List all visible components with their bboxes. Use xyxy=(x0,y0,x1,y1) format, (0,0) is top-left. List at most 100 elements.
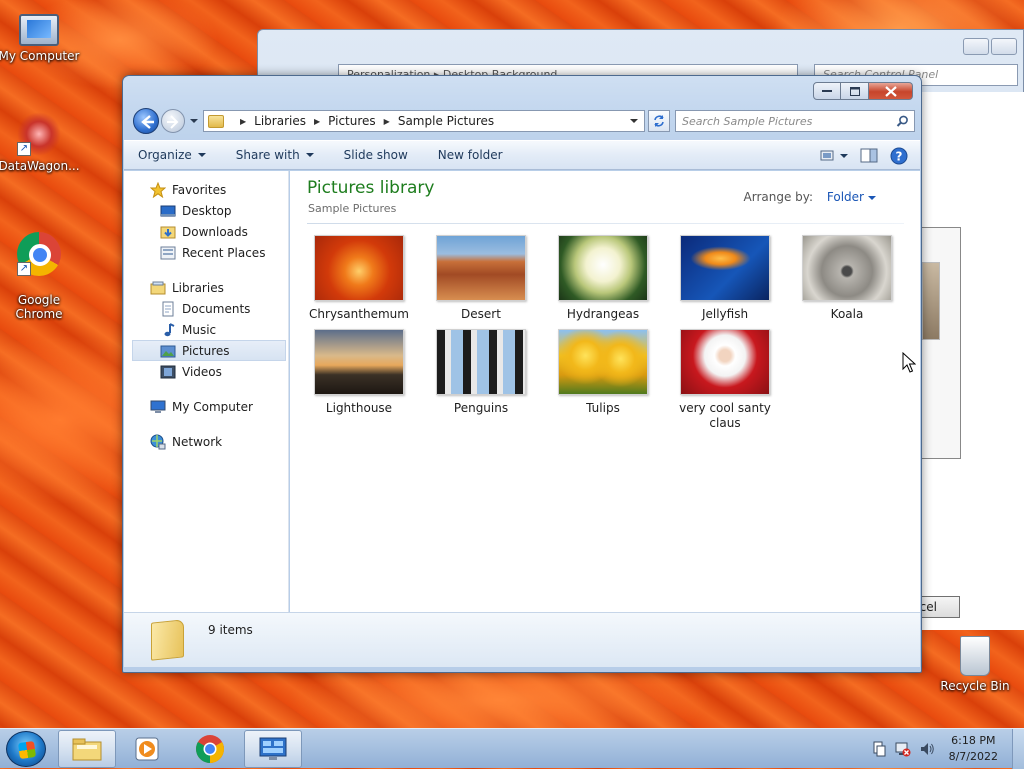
taskbar-explorer-button[interactable] xyxy=(58,730,116,768)
breadcrumb-sample-pictures[interactable]: Sample Pictures xyxy=(398,114,494,128)
refresh-button[interactable] xyxy=(648,110,670,132)
back-button[interactable] xyxy=(133,108,159,134)
file-name: Hydrangeas xyxy=(566,307,640,321)
slide-show-button[interactable]: Slide show xyxy=(344,148,408,162)
chevron-down-icon xyxy=(197,153,206,157)
thumbnail xyxy=(314,329,404,395)
network-error-icon[interactable] xyxy=(895,741,911,757)
volume-icon[interactable] xyxy=(919,741,935,757)
desktop-icon-my-computer[interactable]: My Computer xyxy=(0,8,81,63)
control-panel-icon xyxy=(259,737,287,760)
file-tile-tulips[interactable]: Tulips xyxy=(548,329,658,416)
details-pane: 9 items xyxy=(124,612,920,667)
help-icon[interactable]: ? xyxy=(890,147,908,165)
breadcrumb-pictures[interactable]: Pictures xyxy=(328,114,376,128)
file-tile-penguins[interactable]: Penguins xyxy=(426,329,536,416)
shortcut-arrow-icon: ↗ xyxy=(17,262,31,276)
preview-pane-icon[interactable] xyxy=(860,148,878,164)
folder-icon xyxy=(208,114,224,128)
sidebar-item-favorites[interactable]: Favorites xyxy=(124,179,288,200)
recent-pages-icon[interactable] xyxy=(188,115,200,127)
sidebar-item-desktop[interactable]: Desktop xyxy=(124,200,288,221)
sidebar-label: Favorites xyxy=(172,182,227,197)
bg-minimize-button[interactable] xyxy=(963,38,989,55)
arrange-by-dropdown[interactable]: Folder xyxy=(827,190,876,204)
command-bar: Organize Share with Slide show New folde… xyxy=(124,140,920,170)
sidebar-item-libraries[interactable]: Libraries xyxy=(124,277,288,298)
minimize-icon xyxy=(822,90,832,92)
sidebar-item-my-computer[interactable]: My Computer xyxy=(124,396,288,417)
address-bar[interactable]: ▶ Libraries ▶ Pictures ▶ Sample Pictures xyxy=(203,110,645,132)
refresh-icon xyxy=(654,115,664,127)
organize-label: Organize xyxy=(138,148,192,162)
share-with-button[interactable]: Share with xyxy=(236,148,314,162)
close-button[interactable] xyxy=(869,82,913,100)
file-name: Penguins xyxy=(453,401,509,415)
sidebar-label: My Computer xyxy=(172,399,253,414)
share-with-label: Share with xyxy=(235,148,300,162)
clock[interactable]: 6:18 PM 8/7/2022 xyxy=(949,733,998,765)
file-tile-jellyfish[interactable]: Jellyfish xyxy=(670,235,780,322)
organize-button[interactable]: Organize xyxy=(138,148,206,162)
sidebar-item-documents[interactable]: Documents xyxy=(124,298,288,319)
bg-maximize-button[interactable] xyxy=(991,38,1017,55)
file-tile-koala[interactable]: Koala xyxy=(792,235,902,322)
library-subtitle: Sample Pictures xyxy=(308,202,397,215)
thumbnail xyxy=(436,329,526,395)
sidebar-item-downloads[interactable]: Downloads xyxy=(124,221,288,242)
datawagon-icon: ↗ xyxy=(17,112,61,156)
desktop-icon-label: DataWagon... xyxy=(0,159,80,173)
libraries-icon xyxy=(150,281,166,294)
file-tile-hydrangeas[interactable]: Hydrangeas xyxy=(548,235,658,322)
thumbnail xyxy=(558,329,648,395)
desktop-icon-google-chrome[interactable]: ↗ Google Chrome xyxy=(0,218,81,335)
start-button[interactable] xyxy=(6,731,46,767)
window-controls xyxy=(813,82,913,100)
navigation-bar: ▶ Libraries ▶ Pictures ▶ Sample Pictures… xyxy=(131,106,915,136)
file-tile-lighthouse[interactable]: Lighthouse xyxy=(304,329,414,416)
svg-text:?: ? xyxy=(896,150,903,164)
sidebar-label: Downloads xyxy=(182,224,248,239)
videos-icon xyxy=(160,365,176,378)
mouse-cursor-icon xyxy=(902,352,916,373)
search-icon[interactable] xyxy=(896,115,909,128)
folder-icon xyxy=(151,619,184,661)
bg-picture-thumb[interactable] xyxy=(922,262,940,340)
breadcrumb-separator-icon[interactable]: ▶ xyxy=(384,117,390,126)
chrome-icon xyxy=(196,735,224,763)
taskbar-control-panel-button[interactable] xyxy=(244,730,302,768)
minimize-button[interactable] xyxy=(813,82,841,100)
maximize-button[interactable] xyxy=(841,82,869,100)
file-tile-chrysanthemum[interactable]: Chrysanthemum xyxy=(304,235,414,322)
breadcrumb-separator-icon[interactable]: ▶ xyxy=(314,117,320,126)
desktop-icon-recycle-bin[interactable]: Recycle Bin xyxy=(933,636,1017,693)
chevron-down-icon[interactable] xyxy=(628,115,640,127)
new-folder-button[interactable]: New folder xyxy=(438,148,503,162)
sidebar-item-pictures[interactable]: Pictures xyxy=(132,340,286,361)
sidebar-item-music[interactable]: Music xyxy=(124,319,288,340)
change-view-icon[interactable] xyxy=(820,149,848,163)
breadcrumb-libraries[interactable]: Libraries xyxy=(254,114,306,128)
breadcrumb-separator-icon[interactable]: ▶ xyxy=(240,117,246,126)
sidebar-item-videos[interactable]: Videos xyxy=(124,361,288,382)
music-note-icon xyxy=(164,322,175,336)
sidebar-label: Libraries xyxy=(172,280,224,295)
forward-button[interactable] xyxy=(161,109,185,133)
action-center-icon[interactable] xyxy=(871,741,887,757)
search-input[interactable]: Search Sample Pictures xyxy=(675,110,915,132)
file-tile-very-cool-santy-claus[interactable]: very cool santy claus xyxy=(670,329,780,431)
desktop-icon-datawagon[interactable]: ↗ DataWagon... xyxy=(0,112,81,173)
recycle-bin-icon xyxy=(960,636,990,676)
show-desktop-button[interactable] xyxy=(1012,729,1024,769)
chevron-down-icon xyxy=(868,195,876,200)
sidebar-item-recent-places[interactable]: Recent Places xyxy=(124,242,288,263)
sidebar-label: Music xyxy=(182,322,217,337)
sidebar-label: Recent Places xyxy=(182,245,266,260)
taskbar-chrome-button[interactable] xyxy=(181,730,239,768)
file-name: Koala xyxy=(830,307,864,321)
documents-icon xyxy=(162,301,174,316)
file-name: Jellyfish xyxy=(701,307,749,321)
taskbar-media-player-button[interactable] xyxy=(118,730,176,768)
file-tile-desert[interactable]: Desert xyxy=(426,235,536,322)
sidebar-item-network[interactable]: Network xyxy=(124,431,288,452)
